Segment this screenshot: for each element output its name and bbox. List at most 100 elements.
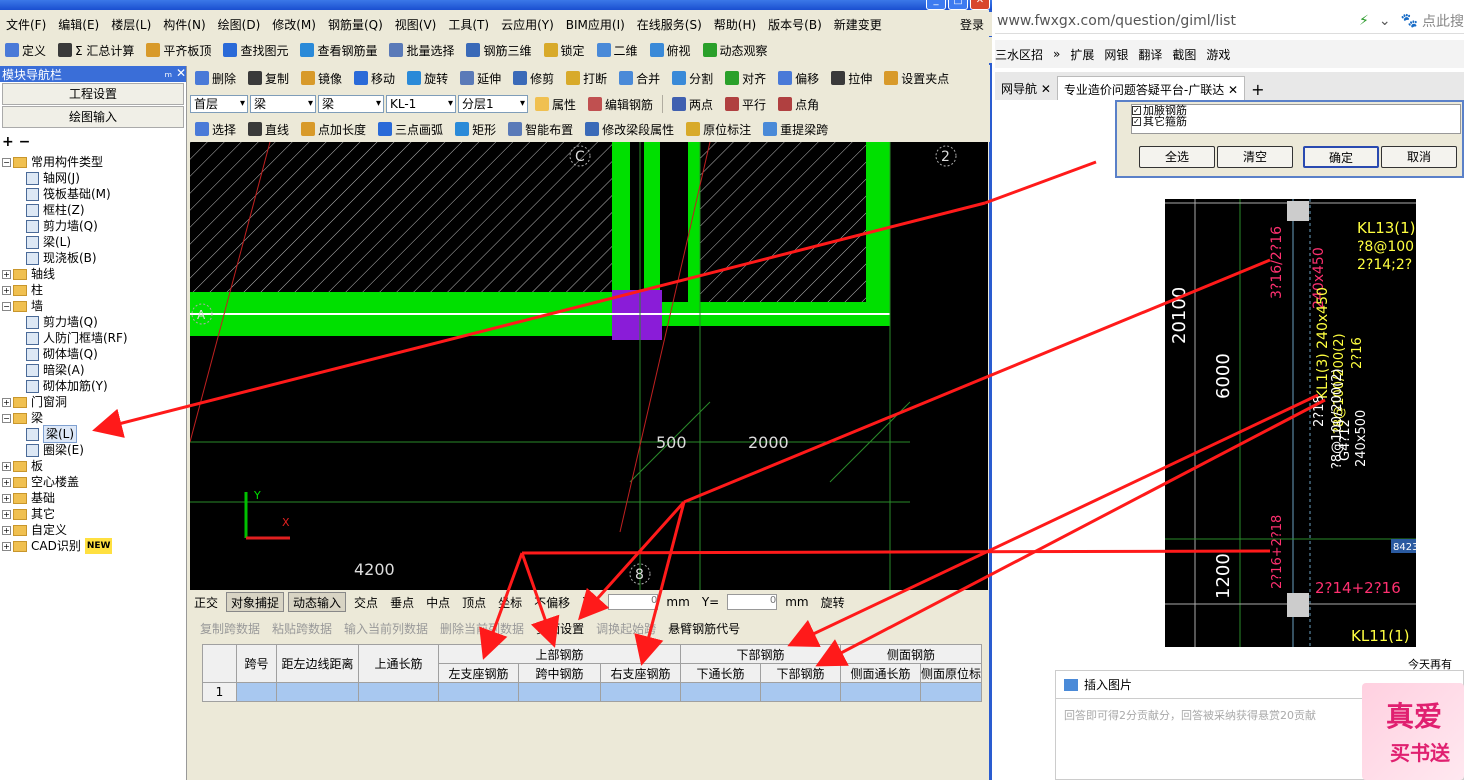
expand-icon[interactable]: − <box>2 413 11 423</box>
login-link[interactable]: 登录 <box>960 16 984 33</box>
status-toggle[interactable]: 旋转 <box>817 594 849 611</box>
tree-node[interactable]: 圈梁(E) <box>0 442 185 458</box>
bookmark-item[interactable]: 翻译 <box>1138 46 1162 63</box>
status-toggle[interactable]: mm <box>781 595 812 609</box>
menu-item[interactable]: 修改(M) <box>266 16 322 33</box>
menu-item[interactable]: 构件(N) <box>157 16 211 33</box>
tree-node[interactable]: − 梁 <box>0 410 185 426</box>
expand-icon[interactable]: + <box>2 461 11 471</box>
menu-item[interactable]: 工具(T) <box>442 16 495 33</box>
main-tool-button[interactable]: 二维 <box>592 39 643 61</box>
cell-bottom-through[interactable] <box>680 682 761 702</box>
tab-glodon[interactable]: 专业造价问题答疑平台-广联达 ✕ <box>1056 76 1246 100</box>
chevron-down-icon[interactable]: ⌄ <box>1379 13 1391 29</box>
draw-tool-button[interactable]: 点加长度 <box>296 118 371 140</box>
draw-tool-button[interactable]: 修改梁段属性 <box>580 118 679 140</box>
component-name-select[interactable]: KL-1 <box>386 95 456 113</box>
drawing-canvas[interactable]: C 2 A 8 500 2000 4200 Y X <box>190 142 988 590</box>
status-toggle[interactable]: 坐标 <box>494 594 526 611</box>
main-tool-button[interactable]: Σ 汇总计算 <box>53 39 139 61</box>
grid-tool-button[interactable]: 调换起始跨 <box>596 620 656 640</box>
modify-tool-button[interactable]: 复制 <box>243 67 294 89</box>
cell-top-through[interactable] <box>358 682 439 702</box>
draw-tool-button[interactable]: 矩形 <box>450 118 501 140</box>
menu-item[interactable]: 视图(V) <box>389 16 443 33</box>
paw-icon[interactable]: 🐾 <box>1401 13 1418 29</box>
coord-input[interactable]: 0 <box>727 594 778 610</box>
status-toggle[interactable]: X= <box>578 595 604 609</box>
tree-node[interactable]: + 基础 <box>0 490 185 506</box>
new-tab-button[interactable]: + <box>1245 76 1270 100</box>
tree-node[interactable]: + 轴线 <box>0 266 185 282</box>
draw-tool-button[interactable]: 三点画弧 <box>373 118 448 140</box>
close-button[interactable]: ✕ <box>970 0 990 10</box>
grid-tool-button[interactable]: 悬臂钢筋代号 <box>668 620 740 640</box>
menu-item[interactable]: BIM应用(I) <box>560 16 631 33</box>
parallel-button[interactable]: 平行 <box>720 93 771 115</box>
draw-tool-button[interactable]: 直线 <box>243 118 294 140</box>
cell-left-seat[interactable] <box>438 682 519 702</box>
pin-icon[interactable]: ₘ <box>165 66 172 80</box>
ok-button[interactable]: 确定 <box>1303 146 1379 168</box>
cell-dist[interactable] <box>276 682 359 702</box>
project-settings-button[interactable]: 工程设置 <box>2 83 184 105</box>
minimize-button[interactable]: _ <box>926 0 946 10</box>
menu-item[interactable]: 版本号(B) <box>762 16 828 33</box>
expand-collapse-icons[interactable]: + − <box>2 134 30 150</box>
component-subtype-select[interactable]: 梁 <box>318 95 384 113</box>
tree-node[interactable]: 暗梁(A) <box>0 362 185 378</box>
menu-item[interactable]: 新建变更 <box>828 16 888 33</box>
expand-icon[interactable]: + <box>2 397 11 407</box>
properties-button[interactable]: 属性 <box>530 93 581 115</box>
bookmark-item[interactable]: » <box>1053 47 1060 61</box>
tree-node[interactable]: 剪力墙(Q) <box>0 314 185 330</box>
tree-node[interactable]: + 板 <box>0 458 185 474</box>
cell-span-no[interactable] <box>236 682 277 702</box>
menu-item[interactable]: 编辑(E) <box>52 16 105 33</box>
ad-banner[interactable]: 真爱 买书送 <box>1362 683 1464 780</box>
expand-icon[interactable]: + <box>2 269 11 279</box>
cell-bottom[interactable] <box>760 682 841 702</box>
url-text[interactable]: www.fwxgx.com/question/giml/list <box>997 13 1236 29</box>
tab-nav[interactable]: 网导航 ✕ <box>995 76 1057 100</box>
main-tool-button[interactable]: 俯视 <box>645 39 696 61</box>
tree-node[interactable]: + 自定义 <box>0 522 185 538</box>
tree-node[interactable]: 梁(L) <box>0 234 185 250</box>
address-bar[interactable]: www.fwxgx.com/question/giml/list ⚡ ⌄ 🐾 点… <box>995 8 1464 34</box>
cell-side-orig[interactable] <box>919 682 983 702</box>
expand-icon[interactable]: + <box>2 285 11 295</box>
expand-icon[interactable]: + <box>2 477 11 487</box>
expand-icon[interactable]: + <box>2 493 11 503</box>
draw-tool-button[interactable]: 重提梁跨 <box>758 118 833 140</box>
tree-node[interactable]: + 其它 <box>0 506 185 522</box>
grid-tool-button[interactable]: 粘贴跨数据 <box>272 620 332 640</box>
span-rebar-grid[interactable]: 跨号 距左边线距离 上通长筋 上部钢筋 下部钢筋 侧面钢筋 左支座钢筋 跨中钢筋… <box>202 644 983 702</box>
tree-node[interactable]: 梁(L) <box>0 425 185 443</box>
status-toggle[interactable]: Y= <box>698 595 723 609</box>
tree-node[interactable]: − 常用构件类型 <box>0 154 185 170</box>
tree-node[interactable]: 筏板基础(M) <box>0 186 185 202</box>
status-toggle[interactable]: 正交 <box>190 594 222 611</box>
select-all-button[interactable]: 全选 <box>1139 146 1215 168</box>
main-tool-button[interactable]: 动态观察 <box>698 39 773 61</box>
menu-item[interactable]: 楼层(L) <box>105 16 157 33</box>
close-icon[interactable]: ✕ <box>176 66 186 80</box>
status-toggle[interactable]: 顶点 <box>458 594 490 611</box>
tree-node[interactable]: 轴网(J) <box>0 170 185 186</box>
edit-rebar-button[interactable]: 编辑钢筋 <box>583 93 658 115</box>
grid-tool-button[interactable]: 输入当前列数据 <box>344 620 428 640</box>
tree-node[interactable]: − 墙 <box>0 298 185 314</box>
menu-item[interactable]: 文件(F) <box>0 16 52 33</box>
main-tool-button[interactable]: 查找图元 <box>218 39 293 61</box>
draw-tool-button[interactable]: 原位标注 <box>681 118 756 140</box>
main-tool-button[interactable]: 平齐板顶 <box>141 39 216 61</box>
status-toggle[interactable]: 中点 <box>422 594 454 611</box>
cancel-button[interactable]: 取消 <box>1381 146 1457 168</box>
modify-tool-button[interactable]: 移动 <box>349 67 400 89</box>
tree-node[interactable]: + 柱 <box>0 282 185 298</box>
expand-icon[interactable]: + <box>2 509 11 519</box>
menu-item[interactable]: 钢筋量(Q) <box>322 16 389 33</box>
expand-icon[interactable]: − <box>2 157 11 167</box>
grid-tool-button[interactable]: 页面设置 <box>536 620 584 640</box>
main-tool-button[interactable]: 批量选择 <box>384 39 459 61</box>
